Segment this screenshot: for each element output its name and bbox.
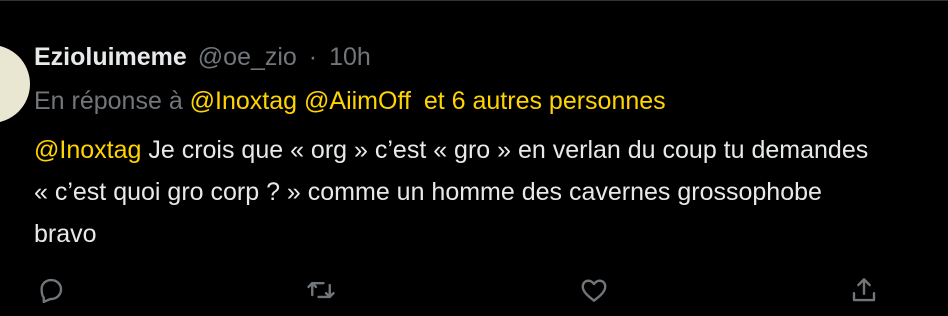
separator-dot: · xyxy=(308,43,318,71)
user-handle[interactable]: @oe_zio xyxy=(198,43,297,71)
reply-context: En réponse à @Inoxtag @AiimOff et 6 autr… xyxy=(34,85,666,117)
reply-button[interactable] xyxy=(34,273,68,307)
share-icon xyxy=(852,278,876,302)
reply-others-link[interactable]: et 6 autres personnes xyxy=(424,87,666,115)
display-name[interactable]: Ezioluimeme xyxy=(34,43,187,71)
heart-icon xyxy=(581,279,607,302)
reply-mention-aiimoff[interactable]: @AiimOff xyxy=(304,87,411,115)
tweet-text-line-3: bravo xyxy=(34,220,97,248)
tweet-text-line-2: « c’est quoi gro corp ? » comme un homme… xyxy=(34,178,822,206)
share-button[interactable] xyxy=(847,273,881,307)
body-mention[interactable]: @Inoxtag xyxy=(34,136,141,164)
tweet-header: Ezioluimeme @oe_zio · 10h xyxy=(34,41,371,73)
reply-prefix: En réponse à xyxy=(34,87,183,115)
like-button[interactable] xyxy=(577,273,611,307)
tweet-text-line-1: @Inoxtag Je crois que « org » c’est « gr… xyxy=(34,129,948,171)
retweet-icon xyxy=(307,281,335,299)
timestamp[interactable]: 10h xyxy=(329,43,371,71)
tweet[interactable]: Ezioluimeme @oe_zio · 10h En réponse à @… xyxy=(0,0,948,316)
tweet-actions xyxy=(34,273,948,305)
tweet-text: @Inoxtag Je crois que « org » c’est « gr… xyxy=(34,129,948,255)
reply-mention-inoxtag[interactable]: @Inoxtag xyxy=(190,87,297,115)
body-line-1-text: Je crois que « org » c’est « gro » en ve… xyxy=(148,136,869,164)
avatar[interactable] xyxy=(0,45,30,123)
reply-icon xyxy=(40,278,63,304)
retweet-button[interactable] xyxy=(304,273,338,307)
